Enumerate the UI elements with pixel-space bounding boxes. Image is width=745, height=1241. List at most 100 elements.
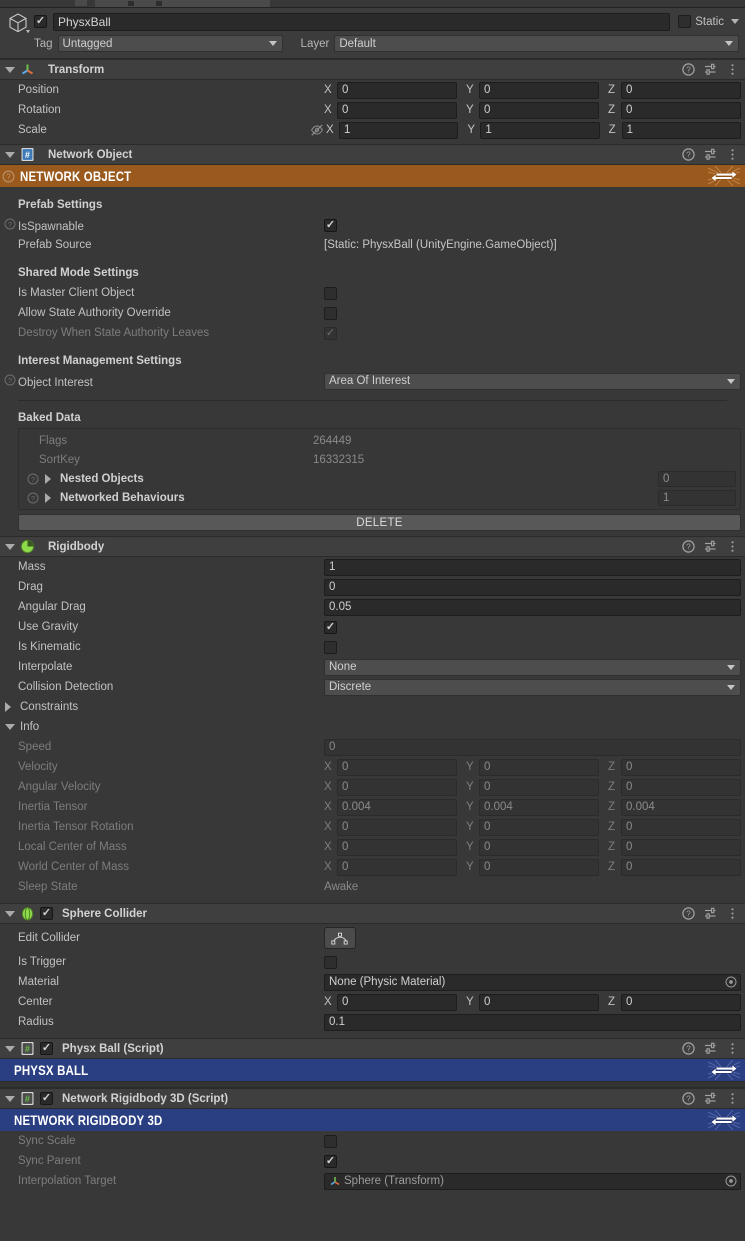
static-dropdown-caret-icon[interactable] <box>731 19 739 24</box>
is-trigger-checkbox[interactable] <box>324 955 337 969</box>
help-icon[interactable]: ? <box>27 473 39 485</box>
is-master-client-object-checkbox[interactable] <box>324 286 337 300</box>
kebab-menu-icon[interactable] <box>726 148 739 161</box>
mass-input[interactable]: 1 <box>324 558 741 576</box>
component-title: Network Object <box>48 148 133 161</box>
velocity-y-value: 0 <box>479 758 599 776</box>
world-center-of-mass-row: World Center of Mass X 0 Y 0 Z 0 <box>0 857 745 877</box>
axis-y-label: Y <box>466 801 474 813</box>
network-rigidbody-3d-enabled-checkbox[interactable] <box>40 1092 53 1105</box>
foldout-arrow-icon[interactable] <box>45 473 55 484</box>
foldout-arrow-icon[interactable] <box>45 492 55 503</box>
object-picker-icon[interactable] <box>725 1175 737 1187</box>
rotation-z-input[interactable]: 0 <box>621 101 741 119</box>
is-spawnable-text: IsSpawnable <box>18 220 84 233</box>
sync-parent-checkbox[interactable] <box>324 1154 337 1168</box>
component-header-sphere-collider[interactable]: Sphere Collider ? <box>0 903 745 924</box>
constrain-proportions-off-icon[interactable] <box>310 123 324 137</box>
kebab-menu-icon[interactable] <box>726 1092 739 1105</box>
layer-dropdown[interactable]: Default <box>334 35 739 52</box>
component-header-network-rigidbody-3d-script[interactable]: # Network Rigidbody 3D (Script) ? <box>0 1088 745 1109</box>
help-icon[interactable]: ? <box>4 374 16 389</box>
preset-settings-icon[interactable] <box>704 63 717 76</box>
help-icon[interactable]: ? <box>682 540 695 553</box>
preset-settings-icon[interactable] <box>704 1042 717 1055</box>
foldout-arrow-icon[interactable] <box>5 910 15 917</box>
interpolation-target-object-field[interactable]: Sphere (Transform) <box>324 1172 741 1190</box>
kebab-menu-icon[interactable] <box>726 907 739 920</box>
use-gravity-checkbox[interactable] <box>324 620 337 634</box>
tag-dropdown[interactable]: Untagged <box>57 35 283 52</box>
center-vector3[interactable]: X 0 Y 0 Z 0 <box>324 993 741 1011</box>
sync-scale-checkbox[interactable] <box>324 1134 337 1148</box>
kebab-menu-icon[interactable] <box>726 63 739 76</box>
foldout-arrow-icon[interactable] <box>5 724 15 730</box>
center-z-input[interactable]: 0 <box>621 993 741 1011</box>
foldout-arrow-icon[interactable] <box>5 702 15 712</box>
preset-settings-icon[interactable] <box>704 540 717 553</box>
static-control[interactable]: Static <box>678 15 739 28</box>
preset-settings-icon[interactable] <box>704 1092 717 1105</box>
foldout-arrow-icon[interactable] <box>5 66 15 73</box>
help-icon[interactable]: ? <box>682 148 695 161</box>
help-icon[interactable]: ? <box>682 1092 695 1105</box>
interpolate-dropdown[interactable]: None <box>324 658 741 676</box>
drag-input[interactable]: 0 <box>324 578 741 596</box>
rotation-y-input[interactable]: 0 <box>479 101 599 119</box>
help-icon[interactable]: ? <box>27 492 39 504</box>
scale-vector3[interactable]: X 1 Y 1 Z 1 <box>326 121 741 139</box>
object-interest-dropdown[interactable]: Area Of Interest <box>324 372 741 390</box>
component-header-physx-ball-script[interactable]: # Physx Ball (Script) ? <box>0 1038 745 1059</box>
is-trigger-label: Is Trigger <box>18 956 66 968</box>
foldout-arrow-icon[interactable] <box>5 1095 15 1102</box>
object-picker-icon[interactable] <box>725 976 737 988</box>
allow-state-authority-override-checkbox[interactable] <box>324 306 337 320</box>
constraints-foldout-row[interactable]: Constraints <box>0 697 745 717</box>
rotation-vector3[interactable]: X 0 Y 0 Z 0 <box>324 101 741 119</box>
scale-y-input[interactable]: 1 <box>480 121 600 139</box>
material-object-field[interactable]: None (Physic Material) <box>324 973 741 991</box>
kebab-menu-icon[interactable] <box>726 1042 739 1055</box>
position-z-input[interactable]: 0 <box>621 81 741 99</box>
sphere-collider-enabled-checkbox[interactable] <box>40 907 53 920</box>
edit-collider-button[interactable] <box>324 927 356 949</box>
scale-x-input[interactable]: 1 <box>339 121 459 139</box>
static-checkbox[interactable] <box>678 15 692 28</box>
velocity-x-value: 0 <box>337 758 457 776</box>
help-icon[interactable]: ? <box>2 170 15 183</box>
info-foldout-row[interactable]: Info <box>0 717 745 737</box>
position-y-input[interactable]: 0 <box>479 81 599 99</box>
gameobject-enabled-checkbox[interactable] <box>34 15 47 28</box>
help-icon[interactable]: ? <box>682 63 695 76</box>
component-header-network-object[interactable]: # Network Object ? <box>0 144 745 165</box>
position-x-input[interactable]: 0 <box>337 81 457 99</box>
delete-button[interactable]: DELETE <box>18 514 741 531</box>
preset-settings-icon[interactable] <box>704 148 717 161</box>
help-icon[interactable]: ? <box>682 907 695 920</box>
foldout-arrow-icon[interactable] <box>5 543 15 550</box>
foldout-arrow-icon[interactable] <box>5 1045 15 1052</box>
help-icon[interactable]: ? <box>4 218 16 233</box>
rotation-x-input[interactable]: 0 <box>337 101 457 119</box>
physx-ball-enabled-checkbox[interactable] <box>40 1042 53 1055</box>
collision-detection-dropdown[interactable]: Discrete <box>324 678 741 696</box>
component-header-transform[interactable]: Transform ? <box>0 59 745 80</box>
nested-objects-count: 0 <box>658 470 736 487</box>
foldout-arrow-icon[interactable] <box>5 151 15 158</box>
scale-z-input[interactable]: 1 <box>621 121 741 139</box>
preset-settings-icon[interactable] <box>704 907 717 920</box>
networked-behaviours-count: 1 <box>658 489 736 506</box>
is-kinematic-checkbox[interactable] <box>324 640 337 654</box>
help-icon[interactable]: ? <box>682 1042 695 1055</box>
is-spawnable-checkbox[interactable] <box>324 218 337 232</box>
kebab-menu-icon[interactable] <box>726 540 739 553</box>
axis-x-label: X <box>324 801 332 813</box>
radius-input[interactable]: 0.1 <box>324 1013 741 1031</box>
center-y-input[interactable]: 0 <box>479 993 599 1011</box>
angular-drag-input[interactable]: 0.05 <box>324 598 741 616</box>
csharp-script-icon: # <box>20 1041 35 1056</box>
gameobject-name-input[interactable]: PhysxBall <box>53 12 671 31</box>
center-x-input[interactable]: 0 <box>337 993 457 1011</box>
position-vector3[interactable]: X 0 Y 0 Z 0 <box>324 81 741 99</box>
component-header-rigidbody[interactable]: Rigidbody ? <box>0 536 745 557</box>
